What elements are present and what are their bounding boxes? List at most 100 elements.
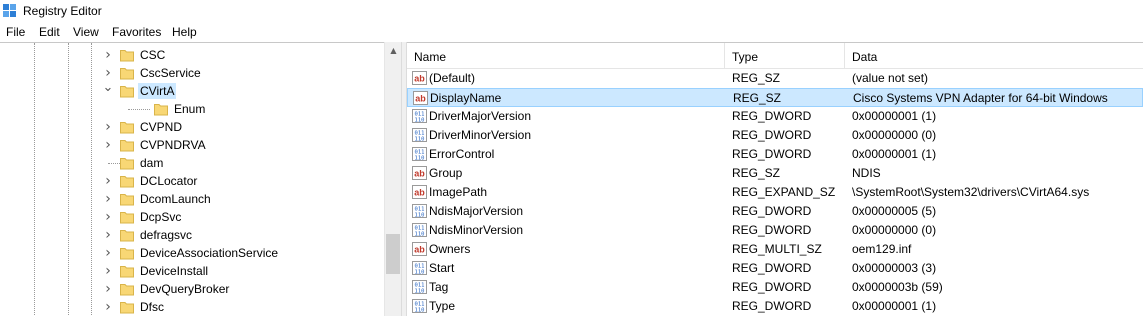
chevron-right-icon[interactable]: › <box>102 137 114 153</box>
folder-icon <box>120 212 134 224</box>
chevron-right-icon[interactable]: › <box>102 209 114 225</box>
tree-item-cvpndrva[interactable]: › CVPNDRVA <box>0 136 384 154</box>
folder-icon <box>120 176 134 188</box>
folder-icon <box>120 140 134 152</box>
value-row-start[interactable]: 011 110 Start REG_DWORD 0x00000003 (3) <box>407 259 1143 278</box>
tree-item-cscservice[interactable]: › CscService <box>0 64 384 82</box>
string-value-icon: ab <box>412 242 427 256</box>
tree-item-label: DcomLaunch <box>140 192 211 206</box>
value-data: 0x00000000 (0) <box>852 128 937 142</box>
tree-item-cvpnd[interactable]: › CVPND <box>0 118 384 136</box>
value-row-tag[interactable]: 011 110 Tag REG_DWORD 0x0000003b (59) <box>407 278 1143 297</box>
tree-item-dcomlaunch[interactable]: › DcomLaunch <box>0 190 384 208</box>
folder-icon <box>120 194 134 206</box>
value-data: 0x00000000 (0) <box>852 223 937 237</box>
chevron-right-icon[interactable]: › <box>102 119 114 135</box>
binary-value-icon: 011110 <box>412 280 427 294</box>
folder-icon <box>120 284 134 296</box>
value-name: Tag <box>429 280 449 294</box>
binary-value-icon: 011110 <box>412 204 427 218</box>
value-data: oem129.inf <box>852 242 912 256</box>
folder-icon <box>120 158 134 170</box>
tree-item-csc[interactable]: › CSC <box>0 46 384 64</box>
string-value-icon: ab <box>412 71 427 85</box>
tree-item-deviceinstall[interactable]: › DeviceInstall <box>0 262 384 280</box>
chevron-right-icon[interactable]: › <box>102 47 114 63</box>
value-row-drivermajorversion[interactable]: 011 110 DriverMajorVersion REG_DWORD 0x00000… <box>407 107 1143 126</box>
folder-icon <box>120 50 134 62</box>
menu-file[interactable]: File <box>6 25 25 39</box>
value-row-imagepath[interactable]: ab ImagePath REG_EXPAND_SZ \SystemRoot\Syst… <box>407 183 1143 202</box>
svg-text:ab: ab <box>414 169 425 179</box>
value-row-driverminorversion[interactable]: 011 110 DriverMinorVersion REG_DWORD 0x00000… <box>407 126 1143 145</box>
value-name: Start <box>429 261 455 275</box>
tree-item-label: CVPNDRVA <box>140 138 206 152</box>
tree-item-dam[interactable]: dam <box>0 154 384 172</box>
folder-icon <box>120 266 134 278</box>
tree-item-dfsc[interactable]: › Dfsc <box>0 298 384 316</box>
chevron-right-icon[interactable]: › <box>102 191 114 207</box>
menu-favorites[interactable]: Favorites <box>112 25 161 39</box>
tree-item-label: DcpSvc <box>140 210 182 224</box>
value-name: DisplayName <box>430 91 502 105</box>
tree-item-label: DevQueryBroker <box>140 282 230 296</box>
folder-icon <box>120 68 134 80</box>
tree-item-enum[interactable]: Enum <box>0 100 384 118</box>
value-row-errorcontrol[interactable]: 011 110 ErrorControl REG_DWORD 0x00000001 (1… <box>407 145 1143 164</box>
svg-text:110: 110 <box>415 289 425 295</box>
tree-item-label: DeviceAssociationService <box>140 246 279 260</box>
scroll-up-arrow-icon[interactable]: ▲ <box>385 42 402 59</box>
tree-vertical-scrollbar[interactable]: ▲ <box>384 42 401 316</box>
value-type: REG_DWORD <box>732 261 812 275</box>
value-row-default[interactable]: ab (Default) REG_SZ (value not set) <box>407 69 1143 88</box>
title-bar: Registry Editor <box>0 0 1143 22</box>
menu-bar: File Edit View Favorites Help <box>0 22 1143 42</box>
chevron-right-icon[interactable]: › <box>102 227 114 243</box>
chevron-right-icon[interactable]: › <box>102 299 114 315</box>
tree-item-cvirta[interactable]: ⌄ CVirtA <box>0 81 384 100</box>
menu-help[interactable]: Help <box>172 25 197 39</box>
value-row-ndismajorversion[interactable]: 011 110 NdisMajorVersion REG_DWORD 0x0000000… <box>407 202 1143 221</box>
chevron-down-icon[interactable]: ⌄ <box>102 81 114 99</box>
folder-icon <box>120 122 134 134</box>
value-name: Type <box>429 299 456 313</box>
tree-item-label: Dfsc <box>140 300 164 314</box>
value-data: NDIS <box>852 166 881 180</box>
column-header-name[interactable]: Name <box>407 43 725 69</box>
value-data: 0x00000003 (3) <box>852 261 937 275</box>
chevron-right-icon[interactable]: › <box>102 65 114 81</box>
value-row-owners[interactable]: ab Owners REG_MULTI_SZ oem129.inf <box>407 240 1143 259</box>
scroll-thumb[interactable] <box>386 234 400 274</box>
svg-text:ab: ab <box>414 245 425 255</box>
value-row-displayname[interactable]: ab DisplayName REG_SZ Cisco Systems VPN Ada… <box>407 88 1143 107</box>
chevron-right-icon[interactable]: › <box>102 263 114 279</box>
menu-view[interactable]: View <box>73 25 99 39</box>
tree-item-label: DCLocator <box>140 174 198 188</box>
tree-item-label: DeviceInstall <box>140 264 209 278</box>
chevron-right-icon[interactable]: › <box>102 245 114 261</box>
value-type: REG_DWORD <box>732 223 812 237</box>
values-list-pane[interactable]: Name Type Data ab (Default) REG_SZ (value n… <box>407 42 1143 316</box>
key-tree-pane[interactable]: › CSC › CscService ⌄ CVirtA Enum › CVPND › CVPNDRV… <box>0 42 401 316</box>
value-row-type[interactable]: 011 110 Type REG_DWORD 0x00000001 (1) <box>407 297 1143 316</box>
column-header-data[interactable]: Data <box>845 43 1143 69</box>
column-header-type[interactable]: Type <box>725 43 845 69</box>
folder-icon <box>154 104 168 116</box>
value-name: ErrorControl <box>429 147 495 161</box>
tree-item-dclocator[interactable]: › DCLocator <box>0 172 384 190</box>
tree-item-devquerybroker[interactable]: › DevQueryBroker <box>0 280 384 298</box>
value-name: Group <box>429 166 463 180</box>
tree-item-dcpsvc[interactable]: › DcpSvc <box>0 208 384 226</box>
menu-edit[interactable]: Edit <box>39 25 60 39</box>
svg-text:110: 110 <box>415 232 425 238</box>
tree-item-deviceassociationservice[interactable]: › DeviceAssociationService <box>0 244 384 262</box>
value-name: DriverMajorVersion <box>429 109 532 123</box>
tree-item-defragsvc[interactable]: › defragsvc <box>0 226 384 244</box>
value-row-group[interactable]: ab Group REG_SZ NDIS <box>407 164 1143 183</box>
binary-value-icon: 011110 <box>412 147 427 161</box>
chevron-right-icon[interactable]: › <box>102 281 114 297</box>
value-type: REG_SZ <box>732 71 781 85</box>
chevron-right-icon[interactable]: › <box>102 173 114 189</box>
value-row-ndisminorversion[interactable]: 011 110 NdisMinorVersion REG_DWORD 0x0000000… <box>407 221 1143 240</box>
string-value-icon: ab <box>413 91 428 105</box>
